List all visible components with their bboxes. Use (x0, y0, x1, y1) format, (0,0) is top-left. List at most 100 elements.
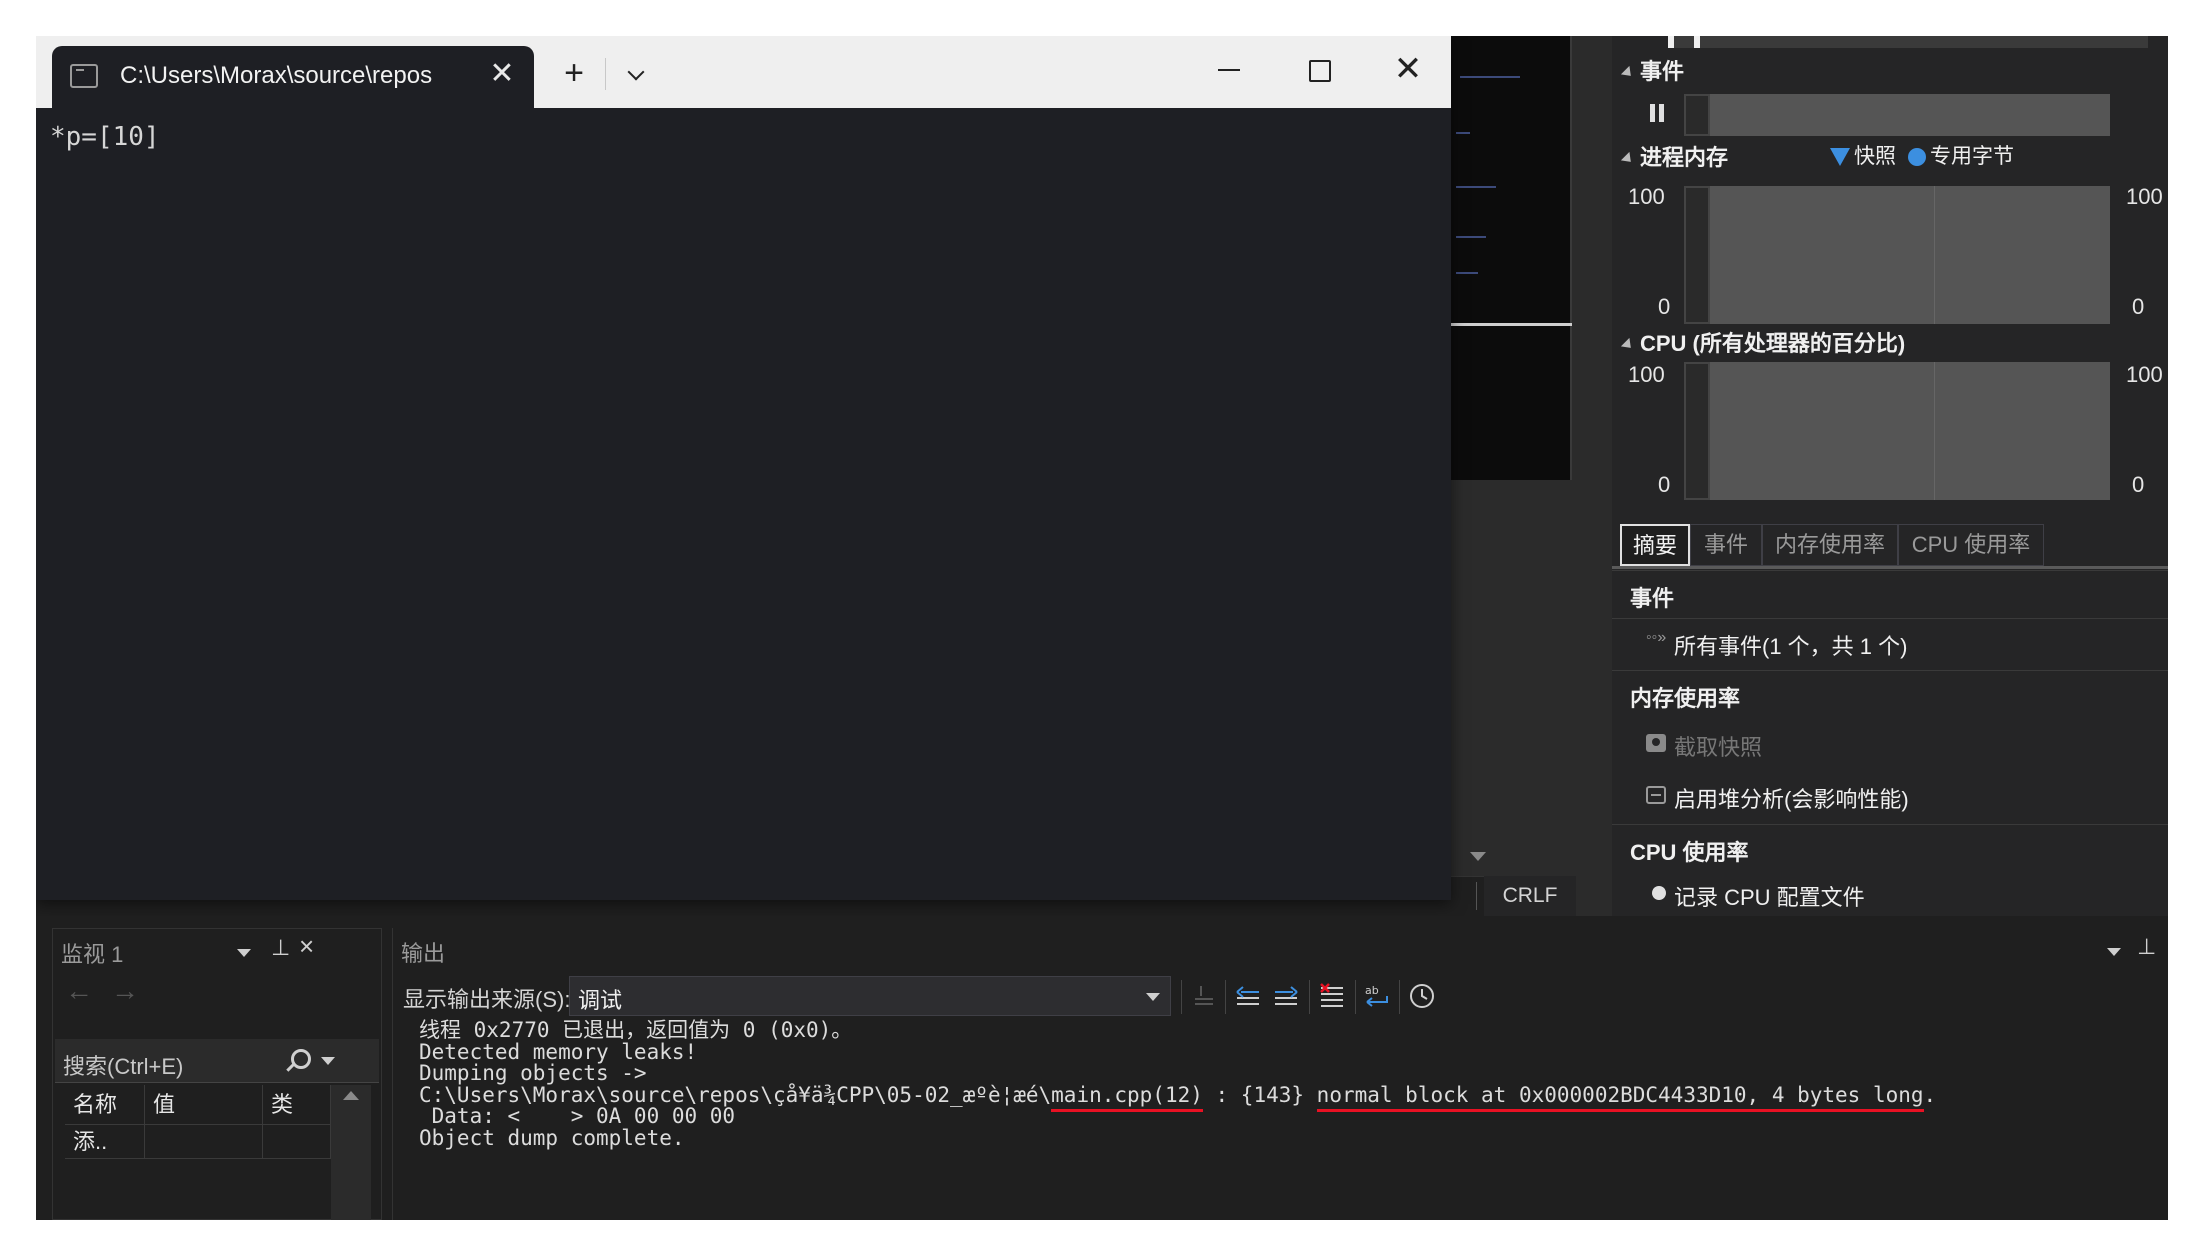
line-ending-indicator[interactable]: CRLF (1484, 876, 1576, 916)
new-tab-button[interactable]: + (554, 54, 594, 94)
tab-summary[interactable]: 摘要 (1620, 524, 1690, 566)
output-line-leak: C:\Users\Morax\source\repos\çå¥ä¾CPP\05-… (419, 1082, 1936, 1112)
watch-search-input[interactable]: 搜索(Ctrl+E) (63, 1049, 183, 1081)
bottom-panels: 监视 1 ⊥ × ← → 搜索(Ctrl+E) 名称 值 类 添.. 输出 ⊥ … (36, 916, 2168, 1220)
desktop-window: CRLF C:\Users\Morax\source\repos ✕ + ✕ *… (36, 36, 2168, 1220)
minimap-viewport[interactable] (1450, 323, 1572, 326)
minimap[interactable] (1450, 36, 1572, 480)
previous-message-icon[interactable] (1233, 982, 1263, 1010)
output-source-select[interactable]: 调试 (569, 976, 1171, 1016)
col-name-header[interactable]: 名称 (65, 1085, 145, 1125)
legend-private-bytes: 专用字节 (1908, 140, 2014, 170)
minimize-button[interactable] (1208, 50, 1248, 90)
timeline-ruler[interactable] (1668, 36, 2148, 48)
tab-memory-usage[interactable]: 内存使用率 (1762, 524, 1898, 566)
output-source-value: 调试 (578, 988, 623, 1013)
cpu-axis-max-left: 100 (1628, 362, 1665, 387)
watch-add-item[interactable]: 添.. (65, 1125, 145, 1159)
close-window-button[interactable]: ✕ (1388, 50, 1428, 90)
svg-text:ab: ab (1365, 984, 1379, 997)
search-options-icon[interactable] (321, 1057, 335, 1065)
collapse-icon[interactable] (1620, 66, 1636, 81)
cpu-section-header[interactable]: CPU (所有处理器的百分比) (1620, 326, 1905, 358)
private-bytes-dot-icon (1908, 148, 1926, 167)
summary-cpu-header-row: CPU 使用率 (1612, 824, 2168, 872)
watch-dropdown-icon[interactable] (237, 949, 251, 957)
all-events-link[interactable]: 所有事件(1 个，共 1 个) (1674, 629, 1907, 661)
close-icon[interactable]: × (299, 931, 314, 962)
cpu-axis-max-right: 100 (2126, 362, 2163, 387)
memory-axis-min-left: 0 (1658, 294, 1671, 319)
terminal-icon (70, 64, 98, 88)
take-snapshot-row[interactable]: 截取快照 (1612, 718, 2168, 770)
word-wrap-icon[interactable]: ab (1363, 982, 1393, 1010)
search-icon[interactable] (291, 1049, 311, 1069)
take-snapshot-button[interactable]: 截取快照 (1674, 730, 1762, 762)
collapse-icon[interactable] (1620, 338, 1636, 353)
chevron-down-icon[interactable] (616, 54, 656, 94)
terminal-tab-title: C:\Users\Morax\source\repos (120, 62, 433, 89)
all-events-row[interactable]: ◦◦» 所有事件(1 个，共 1 个) (1612, 618, 2168, 666)
watch-title[interactable]: 监视 1 (61, 937, 123, 969)
summary-cpu-title: CPU 使用率 (1630, 840, 1749, 865)
process-memory-header[interactable]: 进程内存 (1620, 140, 1728, 172)
output-line: Detected memory leaks! (419, 1039, 698, 1064)
memory-axis-max-left: 100 (1628, 184, 1665, 209)
memory-axis-max-right: 100 (2126, 184, 2163, 209)
terminal-output: *p=[10] (50, 122, 160, 152)
collapse-icon[interactable] (1620, 152, 1636, 167)
terminal-tab[interactable]: C:\Users\Morax\source\repos ✕ (52, 46, 534, 108)
find-message-icon[interactable] (1189, 982, 1219, 1010)
output-line: Object dump complete. (419, 1125, 685, 1150)
process-memory-graph[interactable] (1684, 186, 2110, 324)
pin-icon[interactable]: ⊥ (271, 935, 290, 961)
events-track[interactable] (1684, 94, 2110, 136)
pause-icon[interactable] (1650, 104, 1666, 122)
watch-grid: 名称 值 类 添.. (53, 1085, 379, 1220)
summary-events-header-row: 事件 (1612, 570, 2168, 618)
terminal-window: C:\Users\Morax\source\repos ✕ + ✕ *p=[10… (36, 36, 1451, 900)
summary-memory-title: 内存使用率 (1630, 686, 1741, 711)
legend-snapshot: 快照 (1830, 140, 1896, 170)
output-panel: 输出 ⊥ 显示输出来源(S): 调试 ab 线程 0x2770 已退出，返回值为… (392, 928, 2168, 1220)
snapshot-marker-icon (1830, 148, 1850, 167)
col-value-header[interactable]: 值 (145, 1085, 263, 1125)
cpu-axis-min-left: 0 (1658, 472, 1671, 497)
cpu-axis-min-right: 0 (2132, 472, 2145, 497)
clear-all-icon[interactable] (1317, 982, 1347, 1010)
watch-search-box[interactable]: 搜索(Ctrl+E) (55, 1039, 379, 1083)
output-title[interactable]: 输出 (401, 936, 445, 968)
cpu-graph[interactable] (1684, 362, 2110, 500)
watch-panel: 监视 1 ⊥ × ← → 搜索(Ctrl+E) 名称 值 类 添.. (52, 928, 382, 1220)
enable-heap-row[interactable]: 启用堆分析(会影响性能) (1612, 770, 2168, 822)
col-type-header[interactable]: 类 (263, 1085, 331, 1125)
clock-icon[interactable] (1407, 982, 1437, 1010)
watch-scrollbar[interactable] (331, 1085, 371, 1220)
leak-source-location[interactable]: main.cpp(12) (1051, 1082, 1203, 1112)
forward-arrow-icon[interactable]: → (111, 975, 139, 1007)
output-dropdown-icon[interactable] (2107, 948, 2121, 956)
output-source-label: 显示输出来源(S): (403, 987, 571, 1012)
summary-events-title: 事件 (1630, 586, 1675, 611)
record-cpu-row[interactable]: 记录 CPU 配置文件 (1612, 872, 2168, 916)
tab-close-icon[interactable]: ✕ (484, 56, 520, 92)
scroll-down-arrow-icon[interactable] (1470, 852, 1486, 861)
editor-minimap-area (1450, 36, 1612, 916)
memory-axis-min-right: 0 (2132, 294, 2145, 319)
tab-events[interactable]: 事件 (1690, 524, 1762, 566)
leak-path-prefix: C:\Users\Morax\source\repos\çå¥ä¾CPP\05-… (419, 1082, 1052, 1107)
back-arrow-icon[interactable]: ← (65, 975, 93, 1007)
maximize-button[interactable] (1298, 50, 1338, 90)
output-line: 线程 0x2770 已退出，返回值为 0 (0x0)。 (419, 1018, 853, 1042)
events-icon: ◦◦» (1646, 629, 1667, 646)
output-text[interactable]: 线程 0x2770 已退出，返回值为 0 (0x0)。 Detected memo… (419, 1018, 1936, 1150)
enable-heap-profiling-button[interactable]: 启用堆分析(会影响性能) (1674, 782, 1909, 814)
pin-icon[interactable]: ⊥ (2137, 934, 2156, 960)
next-message-icon[interactable] (1271, 982, 1301, 1010)
output-line: Dumping objects -> (419, 1061, 647, 1085)
terminal-titlebar[interactable]: C:\Users\Morax\source\repos ✕ + ✕ (36, 36, 1451, 108)
record-cpu-profile-button[interactable]: 记录 CPU 配置文件 (1674, 880, 1865, 912)
tab-cpu-usage[interactable]: CPU 使用率 (1898, 524, 2044, 566)
heap-profiling-icon (1646, 786, 1666, 804)
events-section-header[interactable]: 事件 (1620, 54, 1684, 86)
